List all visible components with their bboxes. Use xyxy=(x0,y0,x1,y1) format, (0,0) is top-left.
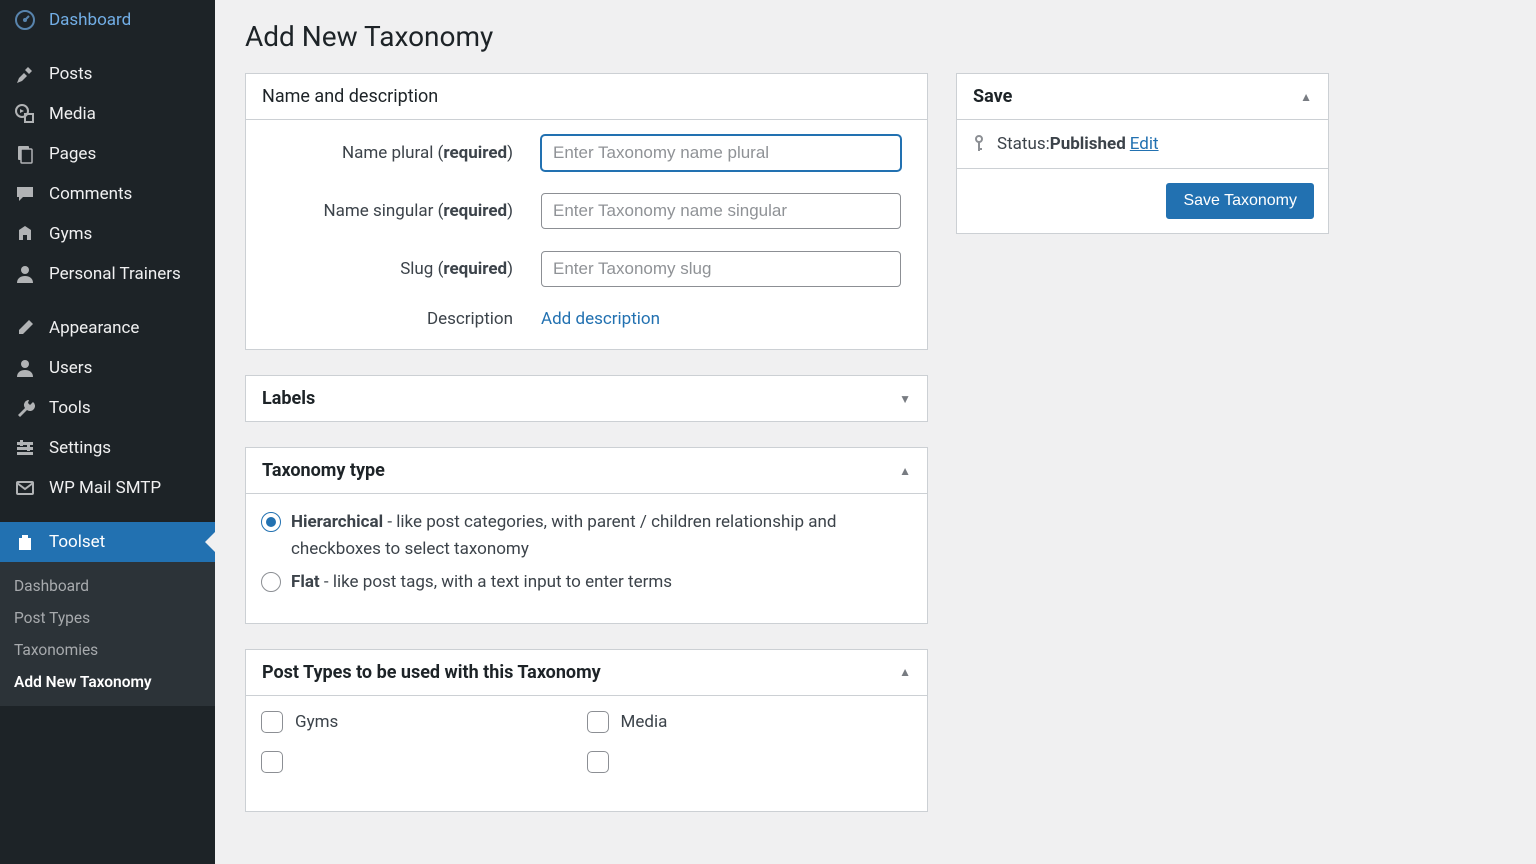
status-label: Status: xyxy=(997,134,1050,154)
submenu-item-post-types[interactable]: Post Types xyxy=(0,602,215,634)
sidebar-item-label: Media xyxy=(49,104,96,124)
sidebar-item-label: Users xyxy=(49,358,92,378)
pages-icon xyxy=(14,143,36,165)
sidebar-item-posts[interactable]: Posts xyxy=(0,54,215,94)
checkbox-media[interactable]: Media xyxy=(587,711,913,733)
input-name-plural[interactable] xyxy=(541,135,901,171)
sidebar-item-label: Appearance xyxy=(49,318,139,338)
sidebar-item-label: Posts xyxy=(49,64,92,84)
gyms-icon xyxy=(14,223,36,245)
panel-title: Save xyxy=(973,86,1012,107)
label-description: Description xyxy=(261,309,541,329)
edit-status-link[interactable]: Edit xyxy=(1130,134,1159,154)
input-name-singular[interactable] xyxy=(541,193,901,229)
panel-header-post-types[interactable]: Post Types to be used with this Taxonomy… xyxy=(246,650,927,696)
wrench-icon xyxy=(14,397,36,419)
sidebar-item-label: Settings xyxy=(49,438,111,458)
key-icon xyxy=(971,135,987,153)
radio-flat[interactable]: Flat - like post tags, with a text input… xyxy=(261,569,912,596)
checkbox-item[interactable] xyxy=(587,751,913,773)
sidebar-item-label: Gyms xyxy=(49,224,92,244)
sidebar-item-tools[interactable]: Tools xyxy=(0,388,215,428)
sidebar-item-wp-mail-smtp[interactable]: WP Mail SMTP xyxy=(0,468,215,508)
label-slug: Slug (required) xyxy=(261,259,541,279)
add-description-link[interactable]: Add description xyxy=(541,309,660,329)
panel-title: Post Types to be used with this Taxonomy xyxy=(262,662,601,683)
sidebar-item-dashboard[interactable]: Dashboard xyxy=(0,0,215,40)
settings-icon xyxy=(14,437,36,459)
mail-icon xyxy=(14,477,36,499)
sidebar-item-label: WP Mail SMTP xyxy=(49,478,161,498)
label-name-singular: Name singular (required) xyxy=(261,201,541,221)
status-value: Published xyxy=(1050,134,1126,154)
toolset-submenu: Dashboard Post Types Taxonomies Add New … xyxy=(0,562,215,706)
media-icon xyxy=(14,103,36,125)
panel-post-types: Post Types to be used with this Taxonomy… xyxy=(245,649,928,812)
sidebar-item-users[interactable]: Users xyxy=(0,348,215,388)
panel-header-name-description[interactable]: Name and description xyxy=(246,74,927,120)
person-icon xyxy=(14,263,36,285)
panel-taxonomy-type: Taxonomy type ▲ Hierarchical - like post… xyxy=(245,447,928,624)
person-icon xyxy=(14,357,36,379)
sidebar-item-label: Toolset xyxy=(49,532,105,552)
sidebar-item-pages[interactable]: Pages xyxy=(0,134,215,174)
sidebar-item-appearance[interactable]: Appearance xyxy=(0,308,215,348)
panel-title: Taxonomy type xyxy=(262,460,385,481)
pin-icon xyxy=(14,63,36,85)
checkbox-label: Media xyxy=(621,712,668,732)
chevron-up-icon: ▲ xyxy=(899,464,911,478)
panel-header-taxonomy-type[interactable]: Taxonomy type ▲ xyxy=(246,448,927,494)
panel-header-labels[interactable]: Labels ▼ xyxy=(246,376,927,421)
save-status-row: Status: Published Edit xyxy=(957,120,1328,169)
sidebar-item-label: Comments xyxy=(49,184,132,204)
radio-hierarchical[interactable]: Hierarchical - like post categories, wit… xyxy=(261,509,912,563)
brush-icon xyxy=(14,317,36,339)
panel-title: Name and description xyxy=(262,86,438,107)
label-name-plural: Name plural (required) xyxy=(261,143,541,163)
panel-header-save[interactable]: Save ▲ xyxy=(957,74,1328,120)
submenu-item-add-new-taxonomy[interactable]: Add New Taxonomy xyxy=(0,666,215,698)
save-taxonomy-button[interactable]: Save Taxonomy xyxy=(1166,183,1314,219)
sidebar-item-gyms[interactable]: Gyms xyxy=(0,214,215,254)
chevron-down-icon: ▼ xyxy=(899,392,911,406)
main-content: Add New Taxonomy Name and description Na… xyxy=(215,0,1536,864)
sidebar-item-label: Dashboard xyxy=(49,10,131,30)
chevron-up-icon: ▲ xyxy=(899,665,911,679)
sidebar-item-settings[interactable]: Settings xyxy=(0,428,215,468)
checkbox-item[interactable] xyxy=(261,751,587,773)
panel-title: Labels xyxy=(262,388,315,409)
sidebar-item-media[interactable]: Media xyxy=(0,94,215,134)
sidebar-item-label: Tools xyxy=(49,398,91,418)
sidebar-item-label: Personal Trainers xyxy=(49,264,181,284)
panel-labels: Labels ▼ xyxy=(245,375,928,422)
chevron-up-icon: ▲ xyxy=(1300,90,1312,104)
submenu-item-taxonomies[interactable]: Taxonomies xyxy=(0,634,215,666)
sidebar-item-label: Pages xyxy=(49,144,96,164)
checkbox-label: Gyms xyxy=(295,712,338,732)
dashboard-icon xyxy=(14,9,36,31)
panel-save: Save ▲ Status: Published Edit Save Taxon… xyxy=(956,73,1329,234)
input-slug[interactable] xyxy=(541,251,901,287)
toolset-icon xyxy=(14,531,36,553)
sidebar-item-personal-trainers[interactable]: Personal Trainers xyxy=(0,254,215,294)
sidebar-item-comments[interactable]: Comments xyxy=(0,174,215,214)
panel-name-description: Name and description Name plural (requir… xyxy=(245,73,928,350)
admin-sidebar: Dashboard Posts Media Pages Comments xyxy=(0,0,215,864)
sidebar-item-toolset[interactable]: Toolset xyxy=(0,522,215,562)
submenu-item-dashboard[interactable]: Dashboard xyxy=(0,570,215,602)
comment-icon xyxy=(14,183,36,205)
page-title: Add New Taxonomy xyxy=(245,20,1516,53)
checkbox-gyms[interactable]: Gyms xyxy=(261,711,587,733)
